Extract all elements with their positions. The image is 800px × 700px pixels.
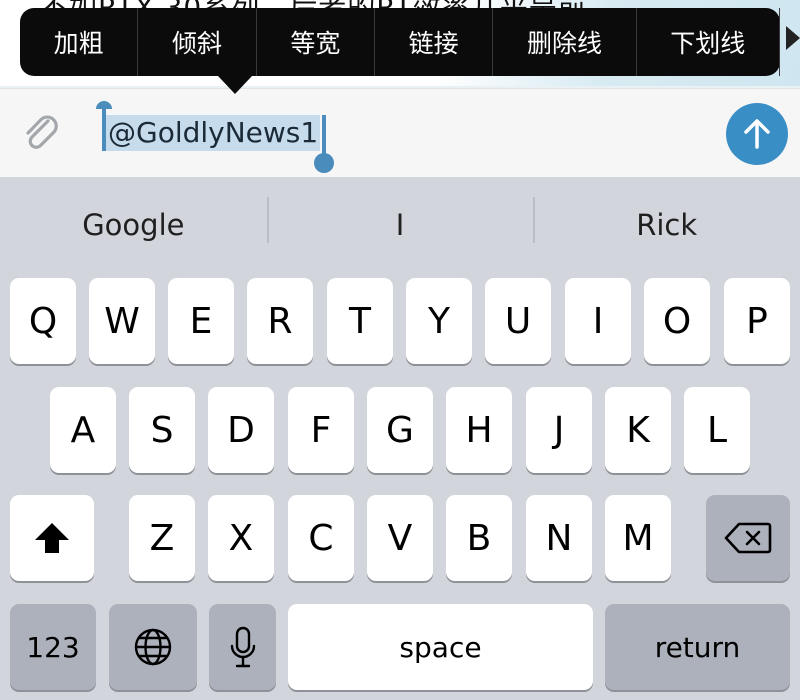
menu-item-link[interactable]: 链接 (375, 8, 494, 76)
microphone-icon (230, 626, 255, 668)
menu-item-strikethrough[interactable]: 删除线 (493, 8, 637, 76)
key-l[interactable]: L (684, 387, 750, 473)
menu-pointer-arrow (218, 76, 252, 94)
key-o[interactable]: O (644, 278, 710, 364)
numbers-key[interactable]: 123 (10, 604, 96, 690)
key-n[interactable]: N (526, 495, 592, 581)
key-g[interactable]: G (367, 387, 433, 473)
dictation-key[interactable] (209, 604, 276, 690)
delete-key[interactable] (706, 495, 790, 581)
space-key[interactable]: space (288, 604, 593, 690)
message-input[interactable]: @GoldlyNews1 (96, 101, 696, 173)
shift-icon (35, 523, 69, 553)
key-p[interactable]: P (724, 278, 790, 364)
key-h[interactable]: H (446, 387, 512, 473)
selection-end-handle[interactable] (314, 115, 334, 173)
key-x[interactable]: X (208, 495, 274, 581)
paperclip-icon (26, 115, 58, 149)
key-j[interactable]: J (526, 387, 592, 473)
arrow-up-icon (744, 119, 770, 149)
key-t[interactable]: T (327, 278, 393, 364)
screen: 不如RTX 30系列，后者的RT效率几乎是前 加粗 倾斜 等宽 链接 删除线 下… (0, 0, 800, 700)
key-e[interactable]: E (168, 278, 234, 364)
key-c[interactable]: C (288, 495, 354, 581)
text-format-menu: 加粗 倾斜 等宽 链接 删除线 下划线 (20, 8, 780, 94)
menu-item-underline[interactable]: 下划线 (637, 8, 780, 76)
key-k[interactable]: K (605, 387, 671, 473)
shift-key[interactable] (10, 495, 94, 581)
key-i[interactable]: I (565, 278, 631, 364)
message-input-bar: @GoldlyNews1 (0, 88, 800, 177)
key-a[interactable]: A (50, 387, 116, 473)
key-r[interactable]: R (247, 278, 313, 364)
key-m[interactable]: M (605, 495, 671, 581)
selected-input-text[interactable]: @GoldlyNews1 (106, 115, 321, 151)
key-u[interactable]: U (485, 278, 551, 364)
globe-key[interactable] (109, 604, 197, 690)
attach-button[interactable] (18, 109, 66, 157)
key-z[interactable]: Z (129, 495, 195, 581)
backspace-icon (724, 522, 772, 554)
key-y[interactable]: Y (406, 278, 472, 364)
key-f[interactable]: F (288, 387, 354, 473)
return-key[interactable]: return (605, 604, 790, 690)
key-q[interactable]: Q (10, 278, 76, 364)
suggestion-bar: Google I Rick (0, 177, 800, 273)
key-s[interactable]: S (129, 387, 195, 473)
globe-icon (134, 628, 172, 666)
key-v[interactable]: V (367, 495, 433, 581)
menu-more-arrow-icon[interactable] (786, 26, 800, 50)
key-d[interactable]: D (208, 387, 274, 473)
keyboard: Google I Rick Q W E R T Y U I O P A S D … (0, 177, 800, 700)
menu-item-bold[interactable]: 加粗 (20, 8, 139, 76)
suggestion-item[interactable]: I (266, 177, 534, 273)
suggestion-item[interactable]: Rick (533, 177, 800, 273)
key-b[interactable]: B (446, 495, 512, 581)
send-button[interactable] (726, 103, 788, 165)
menu-item-monospace[interactable]: 等宽 (257, 8, 375, 76)
suggestion-item[interactable]: Google (0, 177, 267, 273)
key-w[interactable]: W (89, 278, 155, 364)
menu-item-italic[interactable]: 倾斜 (138, 8, 257, 76)
